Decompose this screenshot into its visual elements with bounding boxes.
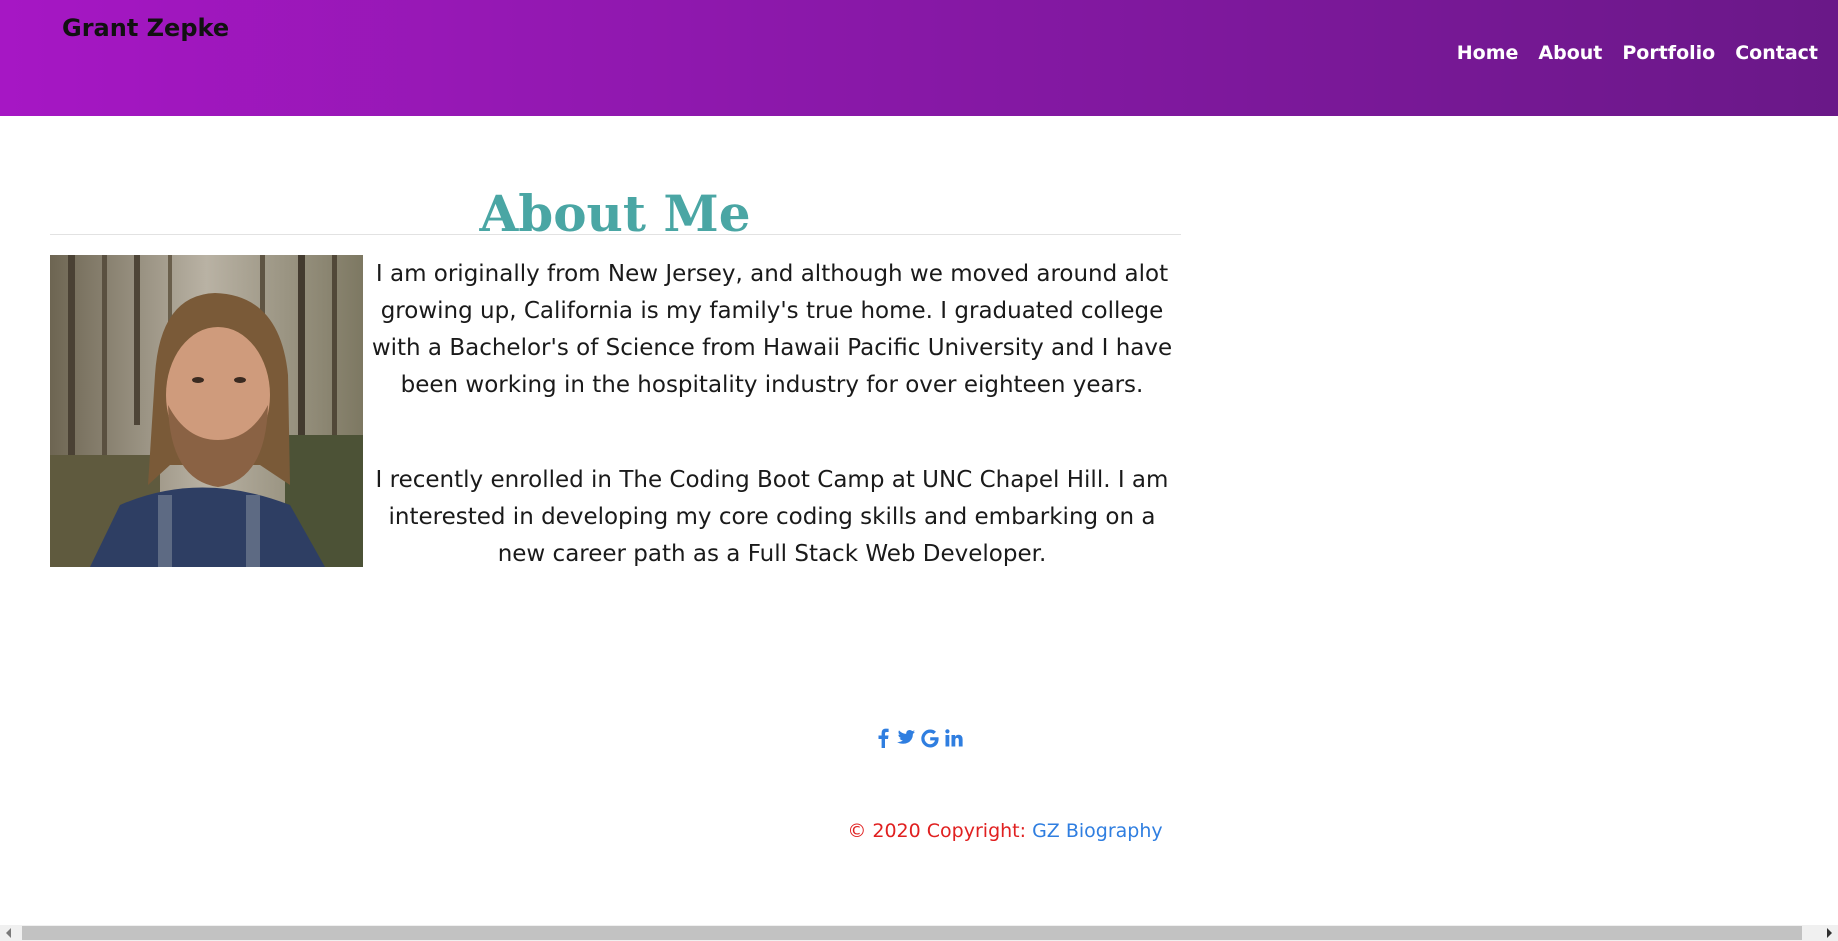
- nav-portfolio-link[interactable]: Portfolio: [1622, 42, 1715, 64]
- horizontal-scrollbar[interactable]: [0, 925, 1838, 941]
- nav-home-link[interactable]: Home: [1457, 42, 1519, 64]
- profile-photo: [50, 255, 363, 567]
- twitter-icon[interactable]: [895, 729, 915, 751]
- nav-links: Home About Portfolio Contact: [1457, 42, 1818, 64]
- facebook-icon[interactable]: [878, 728, 889, 752]
- nav-about-link[interactable]: About: [1538, 42, 1602, 64]
- copyright-link[interactable]: GZ Biography: [1032, 820, 1163, 842]
- navbar: Grant Zepke Home About Portfolio Contact: [0, 0, 1838, 116]
- google-icon[interactable]: [921, 729, 939, 752]
- bio-paragraph: I am originally from New Jersey, and alt…: [371, 261, 1173, 398]
- linkedin-icon[interactable]: [945, 729, 963, 751]
- copyright-footer: © 2020 Copyright: GZ Biography: [0, 820, 1838, 842]
- title-divider: [50, 234, 1181, 235]
- scroll-right-icon[interactable]: [1827, 928, 1832, 938]
- brand-title[interactable]: Grant Zepke: [62, 14, 229, 42]
- scroll-left-icon[interactable]: [6, 928, 11, 938]
- scrollbar-thumb[interactable]: [22, 926, 1802, 940]
- bio-paragraph: I recently enrolled in The Coding Boot C…: [375, 467, 1169, 567]
- copyright-text: © 2020 Copyright:: [847, 820, 1033, 842]
- social-links: [878, 728, 963, 752]
- bio-text: I am originally from New Jersey, and alt…: [363, 256, 1181, 573]
- nav-contact-link[interactable]: Contact: [1735, 42, 1818, 64]
